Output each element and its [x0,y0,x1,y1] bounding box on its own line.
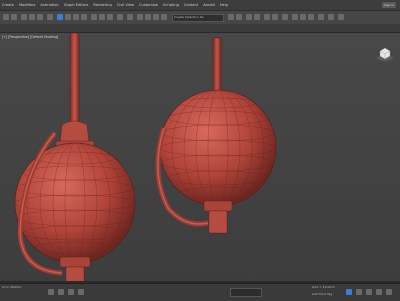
a360-render-icon[interactable] [328,14,334,20]
maxscript-label[interactable]: Is to: MAXScr [2,285,22,289]
undo-icon[interactable] [3,14,9,20]
align-icon[interactable] [236,14,242,20]
sign-in-button[interactable]: Sign in [382,1,396,8]
scale-icon[interactable] [107,14,113,20]
menu-rendering[interactable]: Rendering [93,3,111,7]
pendant-lamp-left [14,33,136,283]
pendant-lamp-right [155,37,277,234]
ribbon-strip [0,24,400,33]
unlink-icon[interactable] [29,14,35,20]
link-icon[interactable] [21,14,27,20]
x-coord-icon[interactable] [68,289,74,295]
sign-in-label: Sign in [383,2,395,7]
scene-render [14,33,277,283]
rendered-frame-icon[interactable] [300,14,306,20]
snaps-toggle-icon[interactable] [137,14,143,20]
selection-lock-icon[interactable] [48,289,54,295]
material-editor-icon[interactable] [282,14,288,20]
add-time-tag-button[interactable]: Add Time Tag [312,292,332,296]
menu-bar: Create Modifiers Animation Graph Editors… [0,0,400,10]
render-setup-icon[interactable] [292,14,298,20]
menu-civil-view[interactable]: Civil View [117,3,134,7]
menu-create[interactable]: Create [2,3,14,7]
pivot-icon[interactable] [127,14,133,20]
menu-scripting[interactable]: Scripting [163,3,179,7]
status-bar: Is to: MAXScr Grid = 10,0mm Add Time Tag [0,283,400,301]
move-icon[interactable] [91,14,97,20]
open-a360-gallery-icon[interactable] [338,14,344,20]
zoom-extents-icon[interactable] [376,289,382,295]
menu-modifiers[interactable]: Modifiers [19,3,35,7]
next-frame-icon[interactable] [366,289,372,295]
activeshade-icon[interactable] [318,14,324,20]
viewcube-icon[interactable] [376,45,394,63]
play-icon[interactable] [356,289,362,295]
orbit-icon[interactable] [386,289,392,295]
select-by-name-icon[interactable] [65,14,71,20]
menu-graph-editors[interactable]: Graph Editors [64,3,89,7]
menu-customize[interactable]: Customize [139,3,158,7]
menu-animation[interactable]: Animation [40,3,58,7]
selection-set-dropdown[interactable]: Create Selection Se [172,14,224,22]
y-coord-icon[interactable] [78,289,84,295]
auto-key-icon[interactable] [346,289,352,295]
curve-editor-icon[interactable] [264,14,270,20]
window-crossing-icon[interactable] [81,14,87,20]
percent-snap-icon[interactable] [153,14,159,20]
perspective-viewport[interactable]: [+] [Perspective] [Default Shading] [0,33,400,283]
rectangular-region-icon[interactable] [73,14,79,20]
selection-filter-icon[interactable] [47,14,53,20]
render-production-icon[interactable] [308,14,314,20]
menu-arnold[interactable]: Arnold [203,3,215,7]
menu-help[interactable]: Help [220,3,228,7]
coordinate-field[interactable] [230,288,262,297]
spinner-snap-icon[interactable] [161,14,167,20]
ribbon-toggle-icon[interactable] [254,14,260,20]
menu-content[interactable]: Content [184,3,198,7]
selection-set-label: Create Selection Se [174,15,204,19]
reference-coord-icon[interactable] [117,14,123,20]
select-object-icon[interactable] [57,14,63,20]
layer-explorer-icon[interactable] [246,14,252,20]
angle-snap-icon[interactable] [145,14,151,20]
rotate-icon[interactable] [99,14,105,20]
redo-icon[interactable] [11,14,17,20]
bind-space-warp-icon[interactable] [37,14,43,20]
mirror-icon[interactable] [228,14,234,20]
schematic-view-icon[interactable] [272,14,278,20]
absolute-mode-icon[interactable] [58,289,64,295]
grid-spacing-label: Grid = 10,0mm [312,285,336,289]
